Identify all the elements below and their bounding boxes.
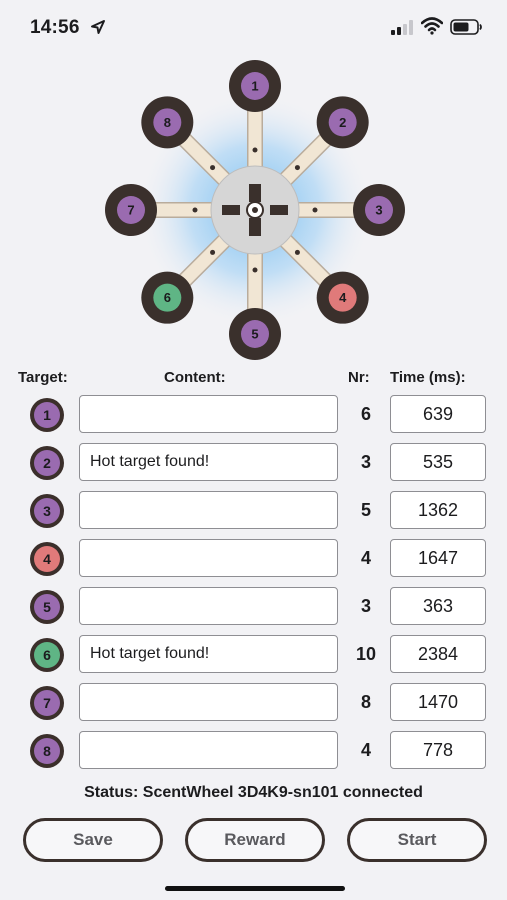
time-input[interactable] [390, 395, 486, 433]
row-target-badge: 4 [30, 542, 64, 576]
status-time: 14:56 [30, 17, 80, 38]
content-input[interactable] [79, 443, 338, 481]
row-target-label: 8 [43, 743, 51, 759]
content-input[interactable] [79, 491, 338, 529]
wheel-target-6[interactable]: 6 [141, 271, 194, 324]
table-row: 35 [0, 491, 507, 539]
time-input[interactable] [390, 443, 486, 481]
row-target-core: 7 [34, 690, 60, 716]
time-input[interactable] [390, 587, 486, 625]
row-target-core: 5 [34, 594, 60, 620]
wheel-target-label: 2 [339, 115, 346, 130]
table-row: 44 [0, 539, 507, 587]
row-target-core: 3 [34, 498, 60, 524]
battery-icon [450, 19, 482, 35]
content-input[interactable] [79, 683, 338, 721]
row-target-core: 1 [34, 402, 60, 428]
row-target-badge: 6 [30, 638, 64, 672]
wheel-hub [210, 165, 300, 255]
row-target-badge: 5 [30, 590, 64, 624]
row-nr: 6 [360, 404, 371, 424]
scent-wheel: 1 2 3 4 5 6 7 8 [105, 60, 405, 360]
header-nr: Nr: [348, 369, 370, 386]
row-target-label: 6 [43, 647, 51, 663]
table-row: 23 [0, 443, 507, 491]
wheel-arm-dot [192, 207, 198, 213]
row-nr: 5 [360, 500, 371, 520]
row-nr: 3 [360, 596, 371, 616]
row-target-core: 2 [34, 450, 60, 476]
row-nr: 4 [360, 740, 371, 760]
content-input[interactable] [79, 395, 338, 433]
table-row: 84 [0, 731, 507, 779]
start-button[interactable]: Start [347, 818, 487, 862]
content-input[interactable] [79, 539, 338, 577]
wheel-target-label: 1 [251, 79, 258, 94]
row-target-label: 4 [43, 551, 51, 567]
location-arrow-icon [91, 20, 105, 34]
wheel-arm-dot [294, 165, 300, 171]
wheel-target-label: 3 [375, 203, 382, 218]
row-nr: 3 [360, 452, 371, 472]
wheel-arm-dot [312, 207, 318, 213]
row-target-badge: 2 [30, 446, 64, 480]
row-target-label: 2 [43, 455, 51, 471]
time-input[interactable] [390, 635, 486, 673]
row-nr: 4 [360, 548, 371, 568]
row-target-core: 4 [34, 546, 60, 572]
content-input[interactable] [79, 731, 338, 769]
table-row: 6 10 [0, 635, 507, 683]
row-target-badge: 3 [30, 494, 64, 528]
wheel-target-label: 4 [339, 290, 347, 305]
wheel-target-1[interactable]: 1 [229, 60, 281, 112]
wheel-arm-dot [252, 267, 258, 273]
header-target: Target: [18, 369, 68, 386]
table-row: 16 [0, 395, 507, 443]
wheel-target-label: 8 [164, 115, 171, 130]
wheel-arm-dot [252, 147, 258, 153]
reward-button[interactable]: Reward [185, 818, 325, 862]
wheel-target-3[interactable]: 3 [353, 184, 405, 236]
save-button[interactable]: Save [23, 818, 163, 862]
wheel-target-2[interactable]: 2 [316, 96, 369, 149]
row-target-core: 8 [34, 738, 60, 764]
wheel-target-label: 5 [251, 327, 258, 342]
time-input[interactable] [390, 491, 486, 529]
wheel-arm-dot [210, 165, 216, 171]
table-row: 78 [0, 683, 507, 731]
wheel-target-7[interactable]: 7 [105, 184, 157, 236]
row-target-label: 7 [43, 695, 51, 711]
wheel-target-label: 6 [164, 290, 171, 305]
home-indicator [165, 886, 345, 891]
time-input[interactable] [390, 683, 486, 721]
wifi-icon [421, 17, 443, 35]
row-nr: 8 [360, 692, 371, 712]
wheel-arm-dot [210, 249, 216, 255]
row-nr: 10 [355, 644, 377, 664]
content-input[interactable] [79, 587, 338, 625]
row-target-badge: 7 [30, 686, 64, 720]
wheel-target-label: 7 [127, 203, 134, 218]
time-input[interactable] [390, 731, 486, 769]
content-input[interactable] [79, 635, 338, 673]
wheel-arm-dot [294, 249, 300, 255]
table-row: 53 [0, 587, 507, 635]
status-bar: 14:56 [0, 0, 507, 56]
row-target-badge: 1 [30, 398, 64, 432]
cellular-signal-icon [391, 20, 413, 35]
header-time: Time (ms): [390, 369, 466, 386]
header-content: Content: [164, 369, 226, 386]
row-target-label: 1 [43, 407, 51, 423]
time-input[interactable] [390, 539, 486, 577]
connection-status: Status: ScentWheel 3D4K9-sn101 connected [84, 784, 423, 801]
row-target-label: 5 [43, 599, 51, 615]
wheel-target-4[interactable]: 4 [316, 271, 369, 324]
row-target-label: 3 [43, 503, 51, 519]
row-target-core: 6 [34, 642, 60, 668]
wheel-target-5[interactable]: 5 [229, 308, 281, 360]
row-target-badge: 8 [30, 734, 64, 768]
wheel-target-8[interactable]: 8 [141, 96, 194, 149]
